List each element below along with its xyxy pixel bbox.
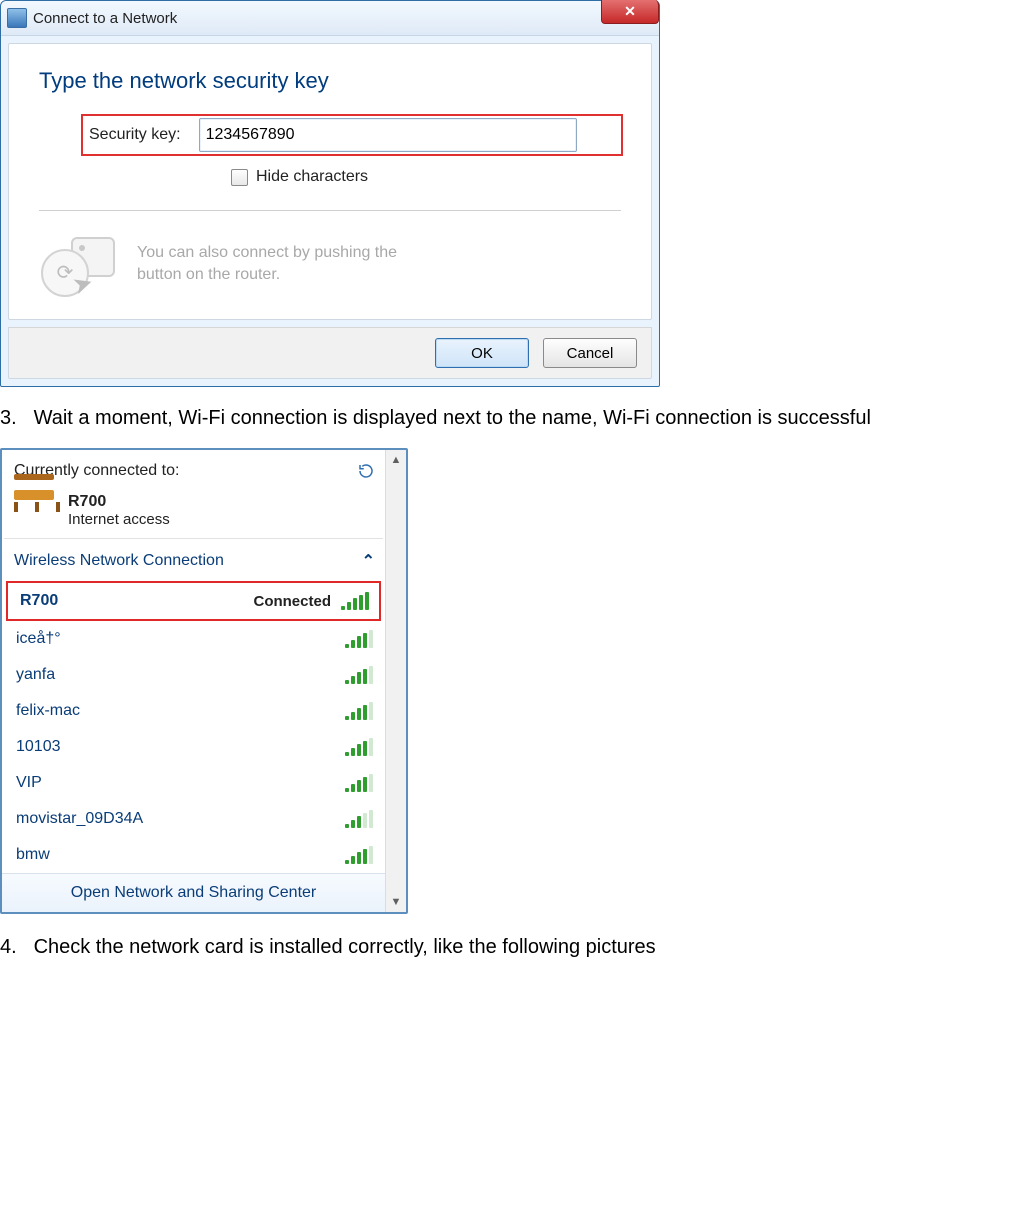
hide-characters-row[interactable]: Hide characters bbox=[231, 168, 621, 186]
security-key-row: Security key: bbox=[83, 116, 621, 154]
connected-network-block: R700 Internet access bbox=[2, 488, 385, 538]
dialog-title: Connect to a Network bbox=[33, 10, 177, 27]
scrollbar[interactable]: ▲ ▼ bbox=[385, 450, 406, 912]
wifi-item-10103[interactable]: 10103 bbox=[4, 729, 383, 765]
step-4-number: 4. bbox=[0, 936, 28, 959]
signal-strength-icon bbox=[345, 810, 373, 828]
wifi-item-name: VIP bbox=[16, 774, 42, 792]
wifi-item-name: iceå†° bbox=[16, 630, 61, 648]
dialog-titlebar[interactable]: Connect to a Network ✕ bbox=[1, 1, 659, 36]
close-button[interactable]: ✕ bbox=[601, 0, 659, 24]
wps-hint: ⟳ ➤ You can also connect by pushing the … bbox=[39, 227, 621, 301]
step-4-text: Check the network card is installed corr… bbox=[34, 936, 656, 958]
ok-button[interactable]: OK bbox=[435, 338, 529, 368]
scroll-down-icon[interactable]: ▼ bbox=[391, 896, 402, 908]
signal-strength-icon bbox=[345, 702, 373, 720]
chevron-up-icon: ⌃ bbox=[362, 551, 375, 571]
wireless-section-label: Wireless Network Connection bbox=[14, 552, 224, 570]
connected-network-status: Internet access bbox=[68, 511, 170, 528]
step-4: 4. Check the network card is installed c… bbox=[0, 936, 1025, 959]
wifi-item-name: R700 bbox=[20, 592, 58, 610]
wps-text-line2: button on the router. bbox=[137, 264, 397, 286]
wifi-item-yanfa[interactable]: yanfa bbox=[4, 657, 383, 693]
wifi-item-R700[interactable]: R700 Connected bbox=[8, 583, 379, 619]
wireless-network-list: R700 Connected iceå†° yanfa felix-mac 10103 VI… bbox=[2, 581, 385, 873]
step-3: 3. Wait a moment, Wi-Fi connection is di… bbox=[0, 407, 1025, 430]
wifi-item-VIP[interactable]: VIP bbox=[4, 765, 383, 801]
connect-network-dialog: Connect to a Network ✕ Type the network … bbox=[0, 0, 660, 387]
wifi-item-movistar_09D34A[interactable]: movistar_09D34A bbox=[4, 801, 383, 837]
wifi-item-felix-mac[interactable]: felix-mac bbox=[4, 693, 383, 729]
dialog-heading: Type the network security key bbox=[39, 68, 621, 94]
signal-strength-icon bbox=[345, 738, 373, 756]
open-sharing-center-label: Open Network and Sharing Center bbox=[71, 884, 316, 901]
wifi-item-name: 10103 bbox=[16, 738, 61, 756]
network-category-icon bbox=[14, 492, 60, 528]
wifi-item-name: felix-mac bbox=[16, 702, 80, 720]
cancel-button-label: Cancel bbox=[567, 345, 614, 362]
hide-characters-checkbox[interactable] bbox=[231, 169, 248, 186]
hide-characters-label: Hide characters bbox=[256, 168, 368, 186]
wifi-item-name: yanfa bbox=[16, 666, 55, 684]
security-key-label: Security key: bbox=[89, 126, 181, 144]
wireless-section-header[interactable]: Wireless Network Connection ⌃ bbox=[2, 539, 385, 581]
signal-strength-icon bbox=[345, 846, 373, 864]
network-flyout-header: Currently connected to: bbox=[2, 450, 385, 488]
network-flyout: Currently connected to: R700 Internet ac… bbox=[0, 448, 408, 914]
wifi-item-name: movistar_09D34A bbox=[16, 810, 143, 828]
dialog-body: Type the network security key Security k… bbox=[8, 43, 652, 320]
security-key-input[interactable] bbox=[199, 118, 577, 152]
connected-network-name: R700 bbox=[68, 493, 170, 511]
step-3-number: 3. bbox=[0, 407, 28, 430]
signal-strength-icon bbox=[345, 630, 373, 648]
wifi-item-bmw[interactable]: bmw bbox=[4, 837, 383, 873]
wifi-item-iceå†°[interactable]: iceå†° bbox=[4, 621, 383, 657]
signal-strength-icon bbox=[345, 666, 373, 684]
signal-strength-icon bbox=[345, 774, 373, 792]
cancel-button[interactable]: Cancel bbox=[543, 338, 637, 368]
network-icon bbox=[7, 8, 27, 28]
wifi-item-status: Connected bbox=[253, 593, 331, 610]
scroll-up-icon[interactable]: ▲ bbox=[391, 454, 402, 466]
wps-text-line1: You can also connect by pushing the bbox=[137, 242, 397, 264]
wifi-item-name: bmw bbox=[16, 846, 50, 864]
ok-button-label: OK bbox=[471, 345, 493, 362]
refresh-icon bbox=[357, 462, 375, 480]
refresh-button[interactable] bbox=[355, 460, 377, 482]
dialog-footer: OK Cancel bbox=[8, 327, 652, 379]
separator bbox=[39, 210, 621, 211]
step-3-text: Wait a moment, Wi-Fi connection is displ… bbox=[34, 407, 871, 429]
open-sharing-center-link[interactable]: Open Network and Sharing Center bbox=[2, 873, 385, 912]
wps-icon: ⟳ ➤ bbox=[39, 227, 123, 301]
signal-strength-icon bbox=[341, 592, 369, 610]
close-icon: ✕ bbox=[624, 3, 636, 20]
